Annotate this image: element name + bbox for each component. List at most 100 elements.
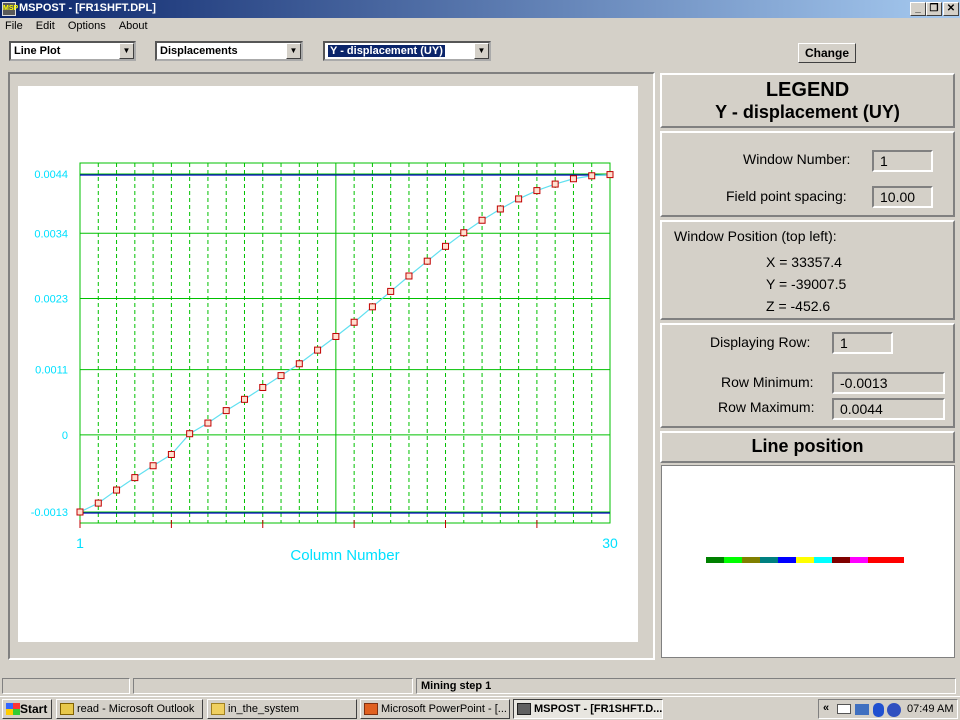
app-icon[interactable]: MSP [2,2,18,16]
data-point [478,216,486,224]
data-point [515,195,523,203]
y-tick-label: 0.0034 [34,228,68,240]
legend-subtitle: Y - displacement (UY) [715,102,900,122]
data-point [113,486,121,494]
y-tick-label: -0.0013 [31,507,68,519]
position-x: X = 33357.4 [766,254,842,270]
row-minimum-field: -0.0013 [832,372,945,394]
data-point [569,175,577,183]
field-spacing-label: Field point spacing: [726,188,847,204]
row-minimum-label: Row Minimum: [721,374,814,390]
color-bar-segment [814,557,832,563]
menu-bar: File Edit Options About [0,18,960,36]
window-position-label: Window Position (top left): [674,228,837,244]
chevron-down-icon[interactable]: ▼ [119,43,134,59]
menu-about[interactable]: About [114,18,153,32]
tray-expand-icon[interactable]: « [823,702,829,714]
taskbar-item-label: MSPOST - [FR1SHFT.D... [534,703,663,715]
data-point [387,287,395,295]
start-label: Start [20,702,48,716]
system-tray: « 07:49 AM [818,699,958,719]
outlook-icon [60,703,74,715]
data-point [588,172,596,180]
title-bar: MSP MSPOST - [FR1SHFT.DPL] _ ❐ ✕ [0,0,960,18]
network-icon[interactable] [855,704,869,715]
windows-logo-icon [6,703,20,715]
close-button[interactable]: ✕ [943,2,959,16]
color-bar-segment [796,557,814,563]
color-bar-segment [706,557,724,563]
data-point [94,499,102,507]
status-message: Mining step 1 [416,678,956,694]
mail-icon[interactable] [837,704,851,714]
color-bar-segment [886,557,904,563]
mspost-icon [517,703,531,715]
window-number-label: Window Number: [743,151,851,167]
color-bar-segment [850,557,868,563]
change-button[interactable]: Change [798,43,856,63]
data-point [131,474,139,482]
chevron-down-icon[interactable]: ▼ [286,43,301,59]
y-tick-label: 0.0011 [35,365,68,377]
clock[interactable]: 07:49 AM [907,703,953,715]
plot-type-select[interactable]: Line Plot ▼ [9,41,136,61]
data-point [423,257,431,265]
position-z: Z = -452.6 [766,298,831,314]
folder-icon [211,703,225,715]
data-point [350,318,358,326]
taskbar-item-outlook[interactable]: read - Microsoft Outlook [56,699,203,719]
position-y: Y = -39007.5 [766,276,847,292]
data-point [551,180,559,188]
menu-file[interactable]: File [0,18,28,32]
status-pane-1 [2,678,130,694]
color-bar-segment [832,557,850,563]
data-point [167,450,175,458]
audio-icon[interactable] [887,703,901,717]
minimize-button[interactable]: _ [910,2,926,16]
data-point [460,229,468,237]
result-type-select[interactable]: Displacements ▼ [155,41,303,61]
y-tick-label: 0.0044 [34,169,68,181]
data-point [314,346,322,354]
y-tick-label: 0.0023 [34,294,68,306]
result-type-value: Displacements [160,45,238,57]
color-bar-segment [724,557,742,563]
legend-header: LEGEND Y - displacement (UY) [660,73,955,128]
window-title: MSPOST - [FR1SHFT.DPL] [19,2,156,14]
row-maximum-field: 0.0044 [832,398,945,420]
plot-canvas[interactable]: 0.0044 0.0034 0.0023 0.0011 0 -0.0013 1 30 Colum… [18,86,638,642]
data-point [405,272,413,280]
menu-options[interactable]: Options [63,18,111,32]
taskbar-item-label: read - Microsoft Outlook [77,703,195,715]
bluetooth-icon[interactable] [873,703,884,717]
y-tick-label: 0 [62,430,68,442]
data-point [496,205,504,213]
restore-button[interactable]: ❐ [926,2,942,16]
data-point [606,171,614,179]
start-button[interactable]: Start [2,699,52,719]
data-point [204,419,212,427]
component-select[interactable]: Y - displacement (UY) ▼ [323,41,491,61]
plot-type-value: Line Plot [14,45,61,57]
field-spacing-field: 10.00 [872,186,933,208]
taskbar-item-mspost[interactable]: MSPOST - [FR1SHFT.D... [513,699,663,719]
chevron-down-icon[interactable]: ▼ [474,43,489,59]
component-value: Y - displacement (UY) [328,45,445,57]
powerpoint-icon [364,703,378,715]
legend-title: LEGEND [765,79,850,101]
menu-edit[interactable]: Edit [31,18,60,32]
data-point [149,462,157,470]
line-position-title: Line position [751,436,864,456]
color-bar [706,557,904,563]
data-point [295,360,303,368]
taskbar-item-powerpoint[interactable]: Microsoft PowerPoint - [... [360,699,510,719]
color-bar-segment [742,557,760,563]
line-position-header: Line position [660,431,955,463]
taskbar-item-folder[interactable]: in_the_system [207,699,357,719]
taskbar-item-label: Microsoft PowerPoint - [... [381,703,507,715]
data-point [442,242,450,250]
window-number-field: 1 [872,150,933,172]
data-point [332,332,340,340]
grid-frame [79,162,611,524]
data-point [222,407,230,415]
